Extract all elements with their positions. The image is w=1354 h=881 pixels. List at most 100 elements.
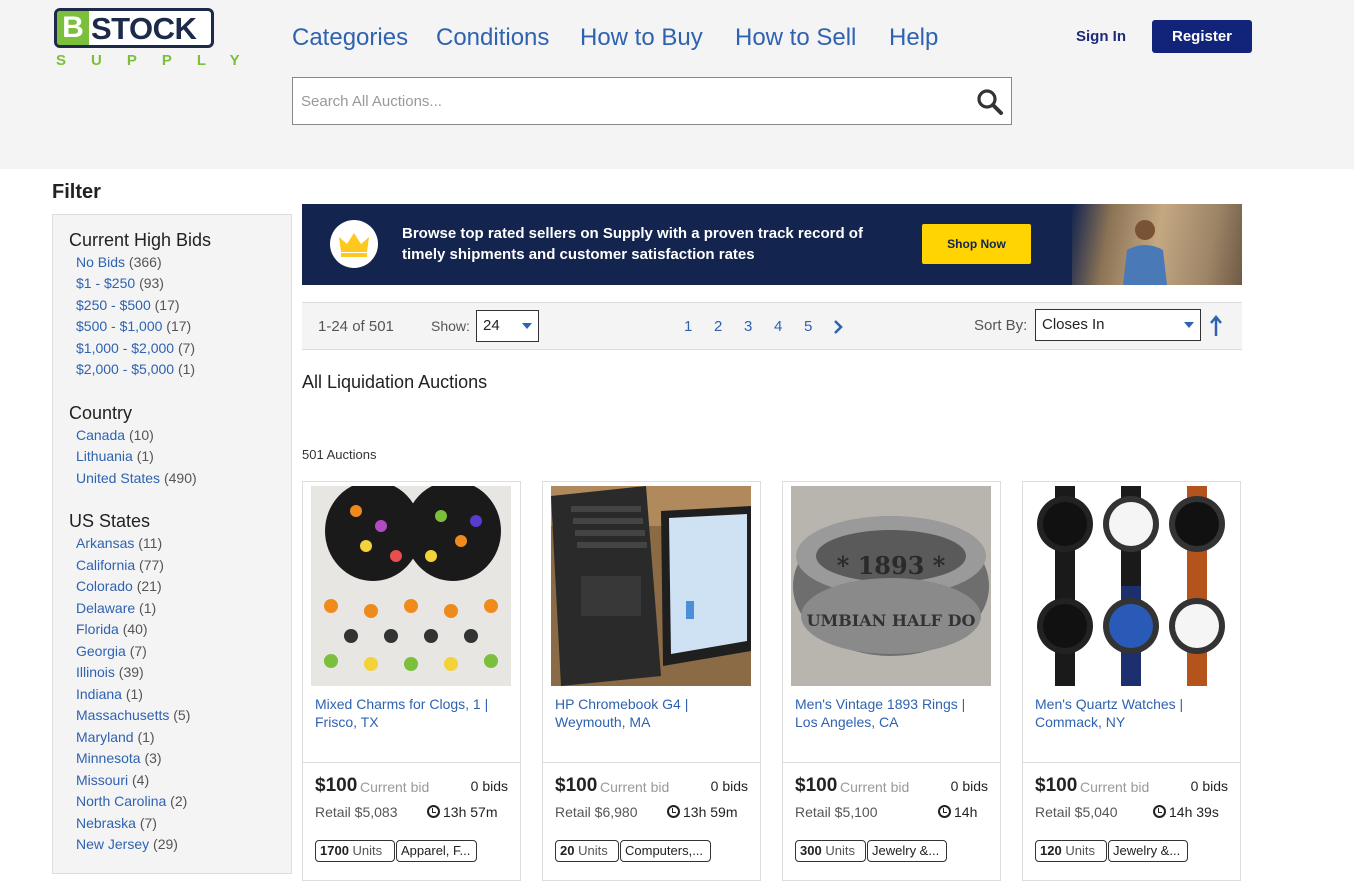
search-input[interactable]	[301, 78, 961, 124]
card-title[interactable]: HP Chromebook G4 | Weymouth, MA	[555, 695, 751, 731]
logo-supply-text: SUPPLY	[56, 52, 265, 69]
filter-item-arkansas[interactable]: Arkansas (11)	[76, 535, 162, 551]
chevron-down-icon	[522, 323, 532, 329]
results-range: 1-24 of 501	[318, 318, 394, 335]
units-value: 1700	[320, 843, 349, 858]
units-label: Units	[352, 843, 383, 858]
filter-item-massachusetts[interactable]: Massachusetts (5)	[76, 707, 190, 723]
crown-badge	[330, 220, 378, 268]
units-label: Units	[825, 843, 855, 858]
nav-how-to-sell[interactable]: How to Sell	[735, 22, 856, 54]
category-tag: Computers,...	[620, 840, 711, 862]
current-bid-price: $100	[555, 775, 598, 796]
units-value: 20	[560, 843, 575, 858]
filter-group-us-states: US States	[69, 511, 151, 531]
filter-item-500-1000[interactable]: $500 - $1,000 (17)	[76, 318, 191, 334]
banner-line-1: Browse top rated sellers on Supply with …	[402, 225, 863, 242]
time-remaining-text: 13h 59m	[683, 804, 738, 820]
filter-item-lithuania[interactable]: Lithuania (1)	[76, 448, 154, 464]
auction-card[interactable]: * 1893 * UMBIAN HALF DO Men's Vintage 18…	[782, 481, 1001, 881]
banner-line-2: timely shipments and customer satisfacti…	[402, 246, 755, 263]
product-image-chromebook[interactable]	[551, 486, 751, 686]
filter-item-minnesota[interactable]: Minnesota (3)	[76, 750, 162, 766]
retail-value: Retail $5,100	[795, 804, 878, 820]
nav-categories[interactable]: Categories	[292, 22, 408, 54]
svg-text:UMBIAN HALF DO: UMBIAN HALF DO	[807, 611, 976, 630]
bid-count: 0 bids	[470, 778, 508, 794]
units-label: Units	[1065, 843, 1095, 858]
page-2[interactable]: 2	[714, 318, 722, 335]
clock-icon	[427, 805, 440, 818]
card-title[interactable]: Men's Quartz Watches | Commack, NY	[1035, 695, 1231, 731]
clock-icon	[667, 805, 680, 818]
clock-icon	[938, 805, 951, 818]
filter-item-california[interactable]: California (77)	[76, 557, 164, 573]
category-tag: Jewelry &...	[867, 840, 947, 862]
filter-item-florida[interactable]: Florida (40)	[76, 621, 148, 637]
nav-how-to-buy[interactable]: How to Buy	[580, 22, 703, 54]
filter-item-nebraska[interactable]: Nebraska (7)	[76, 815, 157, 831]
filter-item-illinois[interactable]: Illinois (39)	[76, 664, 144, 680]
sort-by-select[interactable]: Closes In	[1035, 309, 1201, 341]
auction-card[interactable]: HP Chromebook G4 | Weymouth, MA $100 Cur…	[542, 481, 761, 881]
page-4[interactable]: 4	[774, 318, 782, 335]
nav-help[interactable]: Help	[889, 22, 938, 54]
filter-item-canada[interactable]: Canada (10)	[76, 427, 154, 443]
current-bid-price: $100	[315, 775, 358, 796]
time-remaining: 14h 39s	[1153, 804, 1219, 820]
promo-banner[interactable]: Browse top rated sellers on Supply with …	[302, 204, 1242, 285]
crown-icon	[339, 233, 369, 257]
filter-item-no-bids[interactable]: No Bids (366)	[76, 254, 162, 270]
product-image-watches[interactable]	[1031, 486, 1231, 686]
filter-item-colorado[interactable]: Colorado (21)	[76, 578, 162, 594]
search-icon[interactable]	[976, 88, 1004, 116]
retail-value: Retail $6,980	[555, 804, 638, 820]
page-3[interactable]: 3	[744, 318, 752, 335]
filter-item-1000-2000[interactable]: $1,000 - $2,000 (7)	[76, 340, 195, 356]
current-bid-price: $100	[1035, 775, 1078, 796]
banner-text: Browse top rated sellers on Supply with …	[402, 223, 902, 265]
auction-card[interactable]: Men's Quartz Watches | Commack, NY $100 …	[1022, 481, 1241, 881]
time-remaining-text: 14h	[954, 804, 978, 820]
card-divider	[1023, 762, 1240, 763]
card-title[interactable]: Men's Vintage 1893 Rings | Los Angeles, …	[795, 695, 991, 731]
product-image-charms[interactable]	[311, 486, 511, 686]
units-label: Units	[578, 843, 608, 858]
filter-item-2000-5000[interactable]: $2,000 - $5,000 (1)	[76, 361, 195, 377]
filter-item-georgia[interactable]: Georgia (7)	[76, 643, 147, 659]
chevron-down-icon	[1184, 322, 1194, 328]
product-image-ring[interactable]: * 1893 * UMBIAN HALF DO	[791, 486, 991, 686]
logo-box: B STOCK	[54, 8, 214, 48]
bid-count: 0 bids	[1190, 778, 1228, 794]
filter-title: Filter	[52, 181, 101, 203]
current-bid-label: Current bid	[600, 779, 670, 795]
sort-by-value: Closes In	[1042, 316, 1105, 333]
filter-item-250-500[interactable]: $250 - $500 (17)	[76, 297, 180, 313]
bstock-supply-logo[interactable]: B STOCK SUPPLY	[54, 8, 265, 70]
filter-item-united-states[interactable]: United States (490)	[76, 470, 197, 486]
filter-group-current-high-bids: Current High Bids	[69, 230, 212, 250]
site-header: B STOCK SUPPLY Categories Conditions How…	[0, 0, 1354, 169]
nav-conditions[interactable]: Conditions	[436, 22, 549, 54]
auction-card[interactable]: Mixed Charms for Clogs, 1 | Frisco, TX $…	[302, 481, 521, 881]
units-tag: 300 Units	[795, 840, 866, 862]
show-per-page-select[interactable]: 24	[476, 310, 539, 342]
current-bid-label: Current bid	[840, 779, 910, 795]
register-button[interactable]: Register	[1152, 20, 1252, 53]
sort-direction-icon[interactable]	[1208, 314, 1224, 338]
bid-count: 0 bids	[950, 778, 988, 794]
current-bid-price: $100	[795, 775, 838, 796]
filter-item-north-carolina[interactable]: North Carolina (2)	[76, 793, 187, 809]
filter-item-1-250[interactable]: $1 - $250 (93)	[76, 275, 164, 291]
filter-item-maryland[interactable]: Maryland (1)	[76, 729, 155, 745]
card-title[interactable]: Mixed Charms for Clogs, 1 | Frisco, TX	[315, 695, 511, 731]
filter-item-new-jersey[interactable]: New Jersey (29)	[76, 836, 178, 852]
filter-item-indiana[interactable]: Indiana (1)	[76, 686, 143, 702]
next-page-icon[interactable]	[832, 319, 844, 335]
sign-in-link[interactable]: Sign In	[1076, 28, 1126, 45]
filter-item-delaware[interactable]: Delaware (1)	[76, 600, 156, 616]
filter-item-missouri[interactable]: Missouri (4)	[76, 772, 149, 788]
page-5[interactable]: 5	[804, 318, 812, 335]
shop-now-button[interactable]: Shop Now	[922, 224, 1031, 264]
page-1[interactable]: 1	[684, 318, 692, 335]
